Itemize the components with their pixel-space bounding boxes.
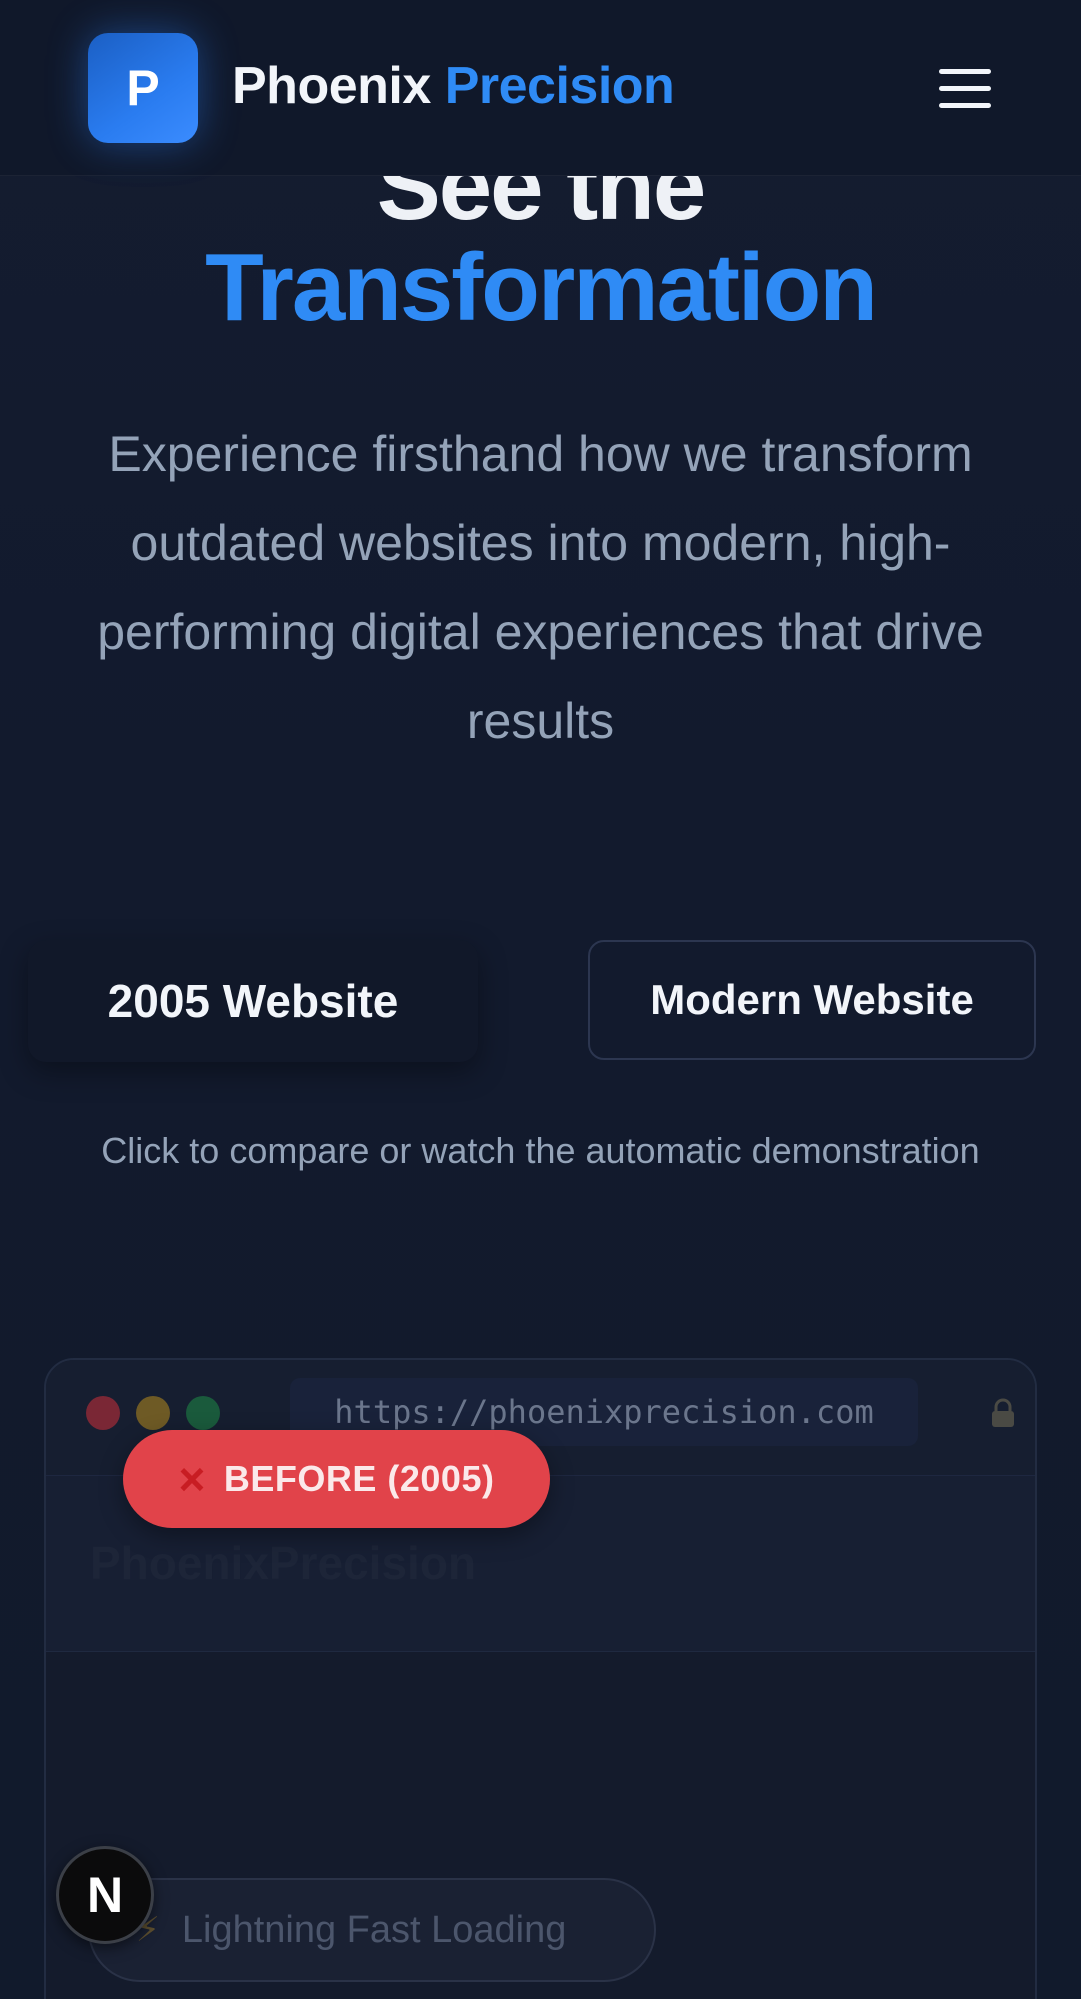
- compare-hint: Click to compare or watch the automatic …: [101, 1130, 980, 1171]
- lock-icon: [992, 1398, 1014, 1427]
- n-logo-icon: N: [86, 1867, 124, 1923]
- toggle-2005-website-button[interactable]: 2005 Website: [28, 940, 478, 1062]
- logo-letter: P: [126, 60, 160, 116]
- hero-title-line2: Transformation: [205, 234, 878, 341]
- hamburger-menu-icon[interactable]: [930, 58, 1000, 118]
- menu-bar: [939, 102, 991, 108]
- close-dot-icon: [86, 1396, 120, 1430]
- logo[interactable]: P: [88, 33, 198, 143]
- brand-name[interactable]: Phoenix Precision: [232, 56, 675, 120]
- toggle-modern-website-button[interactable]: Modern Website: [588, 940, 1036, 1060]
- preview-site-logo-text: PhoenixPrecision: [90, 1537, 477, 1589]
- feature-pill-label: Lightning Fast Loading: [181, 1908, 567, 1951]
- before-badge-label: BEFORE (2005): [223, 1458, 495, 1499]
- brand-word-phoenix: Phoenix: [232, 57, 431, 115]
- maximize-dot-icon: [186, 1396, 220, 1430]
- nextjs-dev-tools-button[interactable]: N: [56, 1846, 154, 1944]
- before-badge: × BEFORE (2005): [123, 1430, 550, 1528]
- brand-word-precision: Precision: [444, 57, 675, 115]
- minimize-dot-icon: [136, 1396, 170, 1430]
- hero-description: Experience firsthand how we transform ou…: [97, 426, 984, 749]
- menu-bar: [939, 68, 991, 74]
- feature-pill: ⚡ Lightning Fast Loading: [88, 1878, 656, 1982]
- site-header: P Phoenix Precision: [0, 0, 1081, 176]
- menu-bar: [939, 85, 991, 91]
- cross-icon: ×: [178, 1453, 206, 1505]
